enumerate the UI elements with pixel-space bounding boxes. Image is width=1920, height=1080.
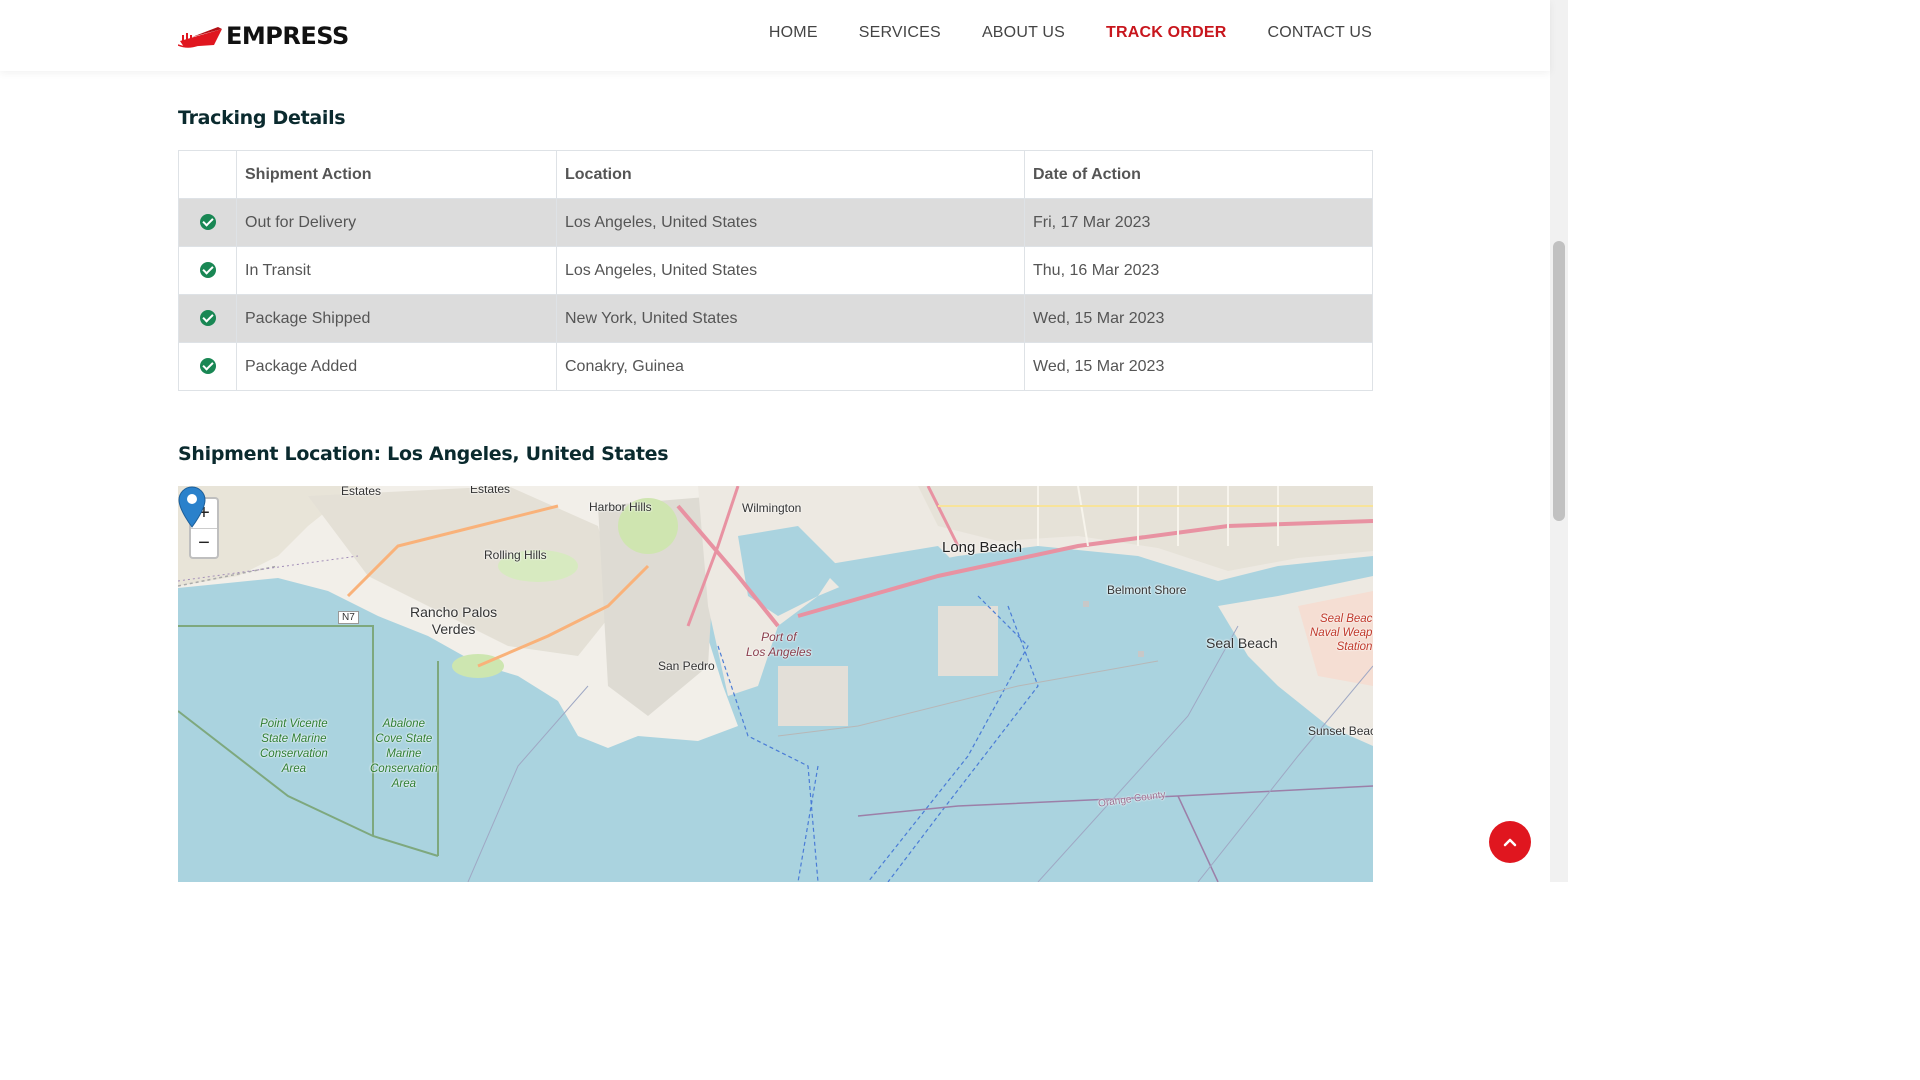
nav-track-order[interactable]: TRACK ORDER	[1106, 24, 1226, 42]
map-label: Rolling Hills	[484, 548, 547, 562]
map-label: Seal Beach	[1206, 635, 1278, 651]
table-row: Out for Delivery Los Angeles, United Sta…	[178, 198, 1373, 247]
brand-name: EMPRESS	[226, 22, 349, 50]
location-marker-icon[interactable]	[178, 486, 206, 528]
zoom-out-button[interactable]: −	[191, 529, 217, 558]
back-to-top-button[interactable]	[1489, 821, 1531, 863]
map-label: Sunset Beac	[1308, 724, 1373, 738]
shipment-location-title: Shipment Location: Los Angeles, United S…	[178, 443, 669, 465]
row-action: Out for Delivery	[236, 198, 557, 247]
brand-logo[interactable]: EMPRESS	[178, 20, 349, 52]
map-label: Wilmington	[742, 501, 802, 515]
row-date: Fri, 17 Mar 2023	[1024, 198, 1373, 247]
row-action: Package Added	[236, 342, 557, 391]
map-label: Point Vicente State Marine Conservation …	[260, 718, 328, 775]
nav-services[interactable]: SERVICES	[859, 24, 941, 42]
row-date: Wed, 15 Mar 2023	[1024, 294, 1373, 343]
row-location: Los Angeles, United States	[556, 198, 1025, 247]
row-action: Package Shipped	[236, 294, 557, 343]
map-label: Rancho Palos Verdes	[410, 604, 498, 637]
row-location: New York, United States	[556, 294, 1025, 343]
row-location: Los Angeles, United States	[556, 246, 1025, 295]
table-header-row: Shipment Action Location Date of Action	[178, 150, 1373, 199]
map-label: Long Beach	[942, 539, 1023, 556]
chevron-up-icon	[1503, 838, 1517, 847]
check-circle-icon	[199, 214, 216, 231]
table-row: Package Shipped New York, United States …	[178, 294, 1373, 343]
table-header-location: Location	[556, 150, 1025, 199]
table-header-date: Date of Action	[1024, 150, 1373, 199]
nav-about-us[interactable]: ABOUT US	[982, 24, 1065, 42]
check-circle-icon	[199, 358, 216, 375]
page-scrollbar[interactable]	[1550, 0, 1568, 882]
map-label: Seal Beac Naval Weap Station	[1310, 613, 1373, 653]
row-date: Wed, 15 Mar 2023	[1024, 342, 1373, 391]
map-label: Port of Los Angeles	[746, 630, 812, 659]
map-label: Estates	[470, 486, 511, 496]
ship-logo-icon	[178, 27, 222, 48]
nav-contact-us[interactable]: CONTACT US	[1267, 24, 1372, 42]
check-circle-icon	[199, 310, 216, 327]
map-label: Estates	[341, 486, 382, 498]
scrollbar-thumb[interactable]	[1553, 241, 1565, 521]
row-date: Thu, 16 Mar 2023	[1024, 246, 1373, 295]
navbar: EMPRESS HOME SERVICES ABOUT US TRACK ORD…	[0, 0, 1550, 71]
map-label: Belmont Shore	[1107, 583, 1187, 597]
map-tiles	[178, 486, 1373, 882]
tracking-title: Tracking Details	[178, 107, 346, 129]
shipment-map[interactable]: + − Estates Estates Harbor Hills Wilming…	[178, 486, 1373, 882]
table-row: In Transit Los Angeles, United States Th…	[178, 246, 1373, 295]
map-label: Harbor Hills	[589, 500, 652, 514]
table-row: Package Added Conakry, Guinea Wed, 15 Ma…	[178, 342, 1373, 391]
row-location: Conakry, Guinea	[556, 342, 1025, 391]
table-header-icon	[178, 150, 237, 199]
table-header-action: Shipment Action	[236, 150, 557, 199]
map-label: Abalone Cove State Marine Conservation A…	[370, 718, 438, 790]
map-label: San Pedro	[658, 659, 715, 673]
route-shield: N7	[338, 611, 359, 624]
check-circle-icon	[199, 262, 216, 279]
nav-home[interactable]: HOME	[769, 24, 818, 42]
main-nav: HOME SERVICES ABOUT US TRACK ORDER CONTA…	[769, 24, 1372, 42]
row-action: In Transit	[236, 246, 557, 295]
tracking-table: Shipment Action Location Date of Action …	[178, 150, 1373, 391]
